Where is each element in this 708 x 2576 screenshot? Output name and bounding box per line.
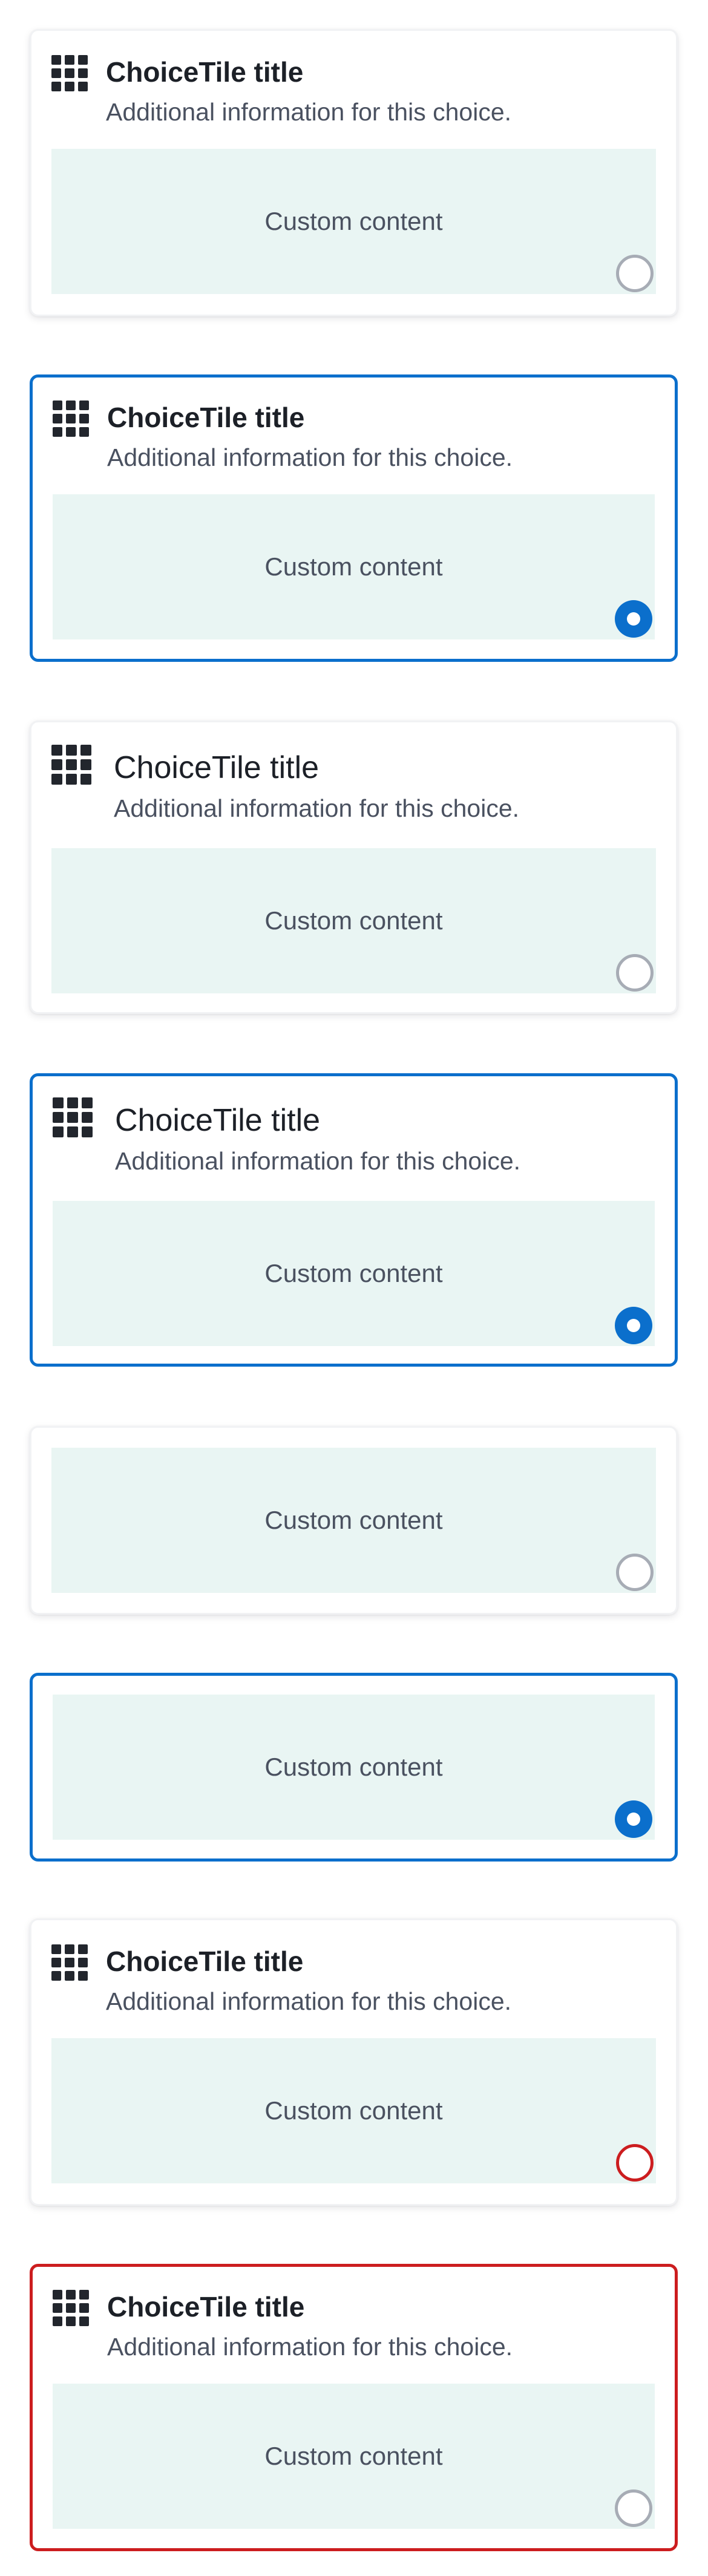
radio-button[interactable]	[615, 1307, 652, 1344]
grid-icon	[51, 745, 91, 785]
tile-title: ChoiceTile title	[114, 750, 320, 785]
custom-content: Custom content	[53, 494, 655, 639]
choice-tile-5[interactable]: Custom content	[30, 1426, 678, 1615]
tile-description: Additional information for this choice.	[115, 1147, 521, 1175]
choice-tile-3[interactable]: ChoiceTile title Additional information …	[30, 721, 678, 1014]
choice-tile-6[interactable]: Custom content	[30, 1673, 678, 1862]
tile-description: Additional information for this choice.	[107, 2333, 513, 2361]
tile-title: ChoiceTile title	[107, 2291, 305, 2323]
grid-icon	[53, 400, 89, 437]
tile-description: Additional information for this choice.	[107, 443, 513, 471]
grid-icon	[51, 55, 88, 91]
custom-content: Custom content	[53, 1201, 655, 1346]
choice-tile-2[interactable]: ChoiceTile title Additional information …	[30, 374, 678, 662]
grid-icon	[53, 1097, 93, 1137]
tile-title: ChoiceTile title	[106, 56, 304, 88]
grid-icon	[51, 1944, 88, 1981]
custom-content: Custom content	[51, 848, 656, 993]
radio-button[interactable]	[615, 600, 652, 638]
tile-description: Additional information for this choice.	[106, 98, 512, 126]
custom-content: Custom content	[53, 1695, 655, 1840]
tile-title: ChoiceTile title	[107, 402, 305, 433]
tile-description: Additional information for this choice.	[114, 794, 520, 822]
radio-button[interactable]	[616, 954, 654, 992]
radio-button[interactable]	[616, 2144, 654, 2182]
radio-button[interactable]	[615, 1800, 652, 1838]
radio-button[interactable]	[616, 1554, 654, 1591]
custom-content: Custom content	[51, 149, 656, 294]
custom-content: Custom content	[51, 2038, 656, 2183]
tile-title: ChoiceTile title	[115, 1103, 321, 1138]
custom-content: Custom content	[51, 1448, 656, 1593]
radio-button[interactable]	[616, 255, 654, 292]
tile-title: ChoiceTile title	[106, 1946, 304, 1977]
choice-tile-8[interactable]: ChoiceTile title Additional information …	[30, 2264, 678, 2551]
choice-tile-4[interactable]: ChoiceTile title Additional information …	[30, 1073, 678, 1367]
custom-content: Custom content	[53, 2384, 655, 2529]
tile-description: Additional information for this choice.	[106, 1987, 512, 2015]
choice-tile-1[interactable]: ChoiceTile title Additional information …	[30, 29, 678, 316]
grid-icon	[53, 2290, 89, 2326]
radio-button[interactable]	[615, 2489, 652, 2527]
choice-tile-7[interactable]: ChoiceTile title Additional information …	[30, 1918, 678, 2206]
